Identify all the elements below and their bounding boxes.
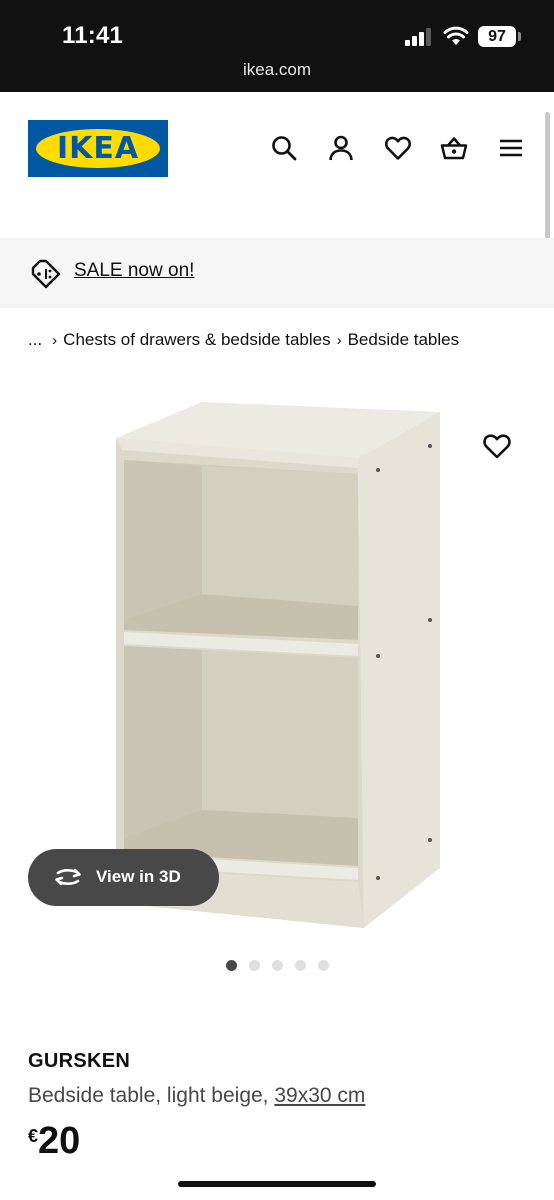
ikea-logo[interactable]: IKEA (28, 120, 168, 177)
menu-icon[interactable] (497, 134, 525, 162)
wifi-icon (443, 26, 469, 51)
rotate-3d-icon (52, 865, 84, 889)
product-price: €20 (28, 1120, 80, 1163)
carousel-dot-1[interactable] (226, 960, 237, 971)
status-bar: 11:41 97 ikea.com (0, 0, 554, 92)
status-time: 11:41 (62, 22, 124, 49)
battery-icon: 97 (478, 26, 516, 47)
price-currency: € (28, 1126, 39, 1146)
product-name: GURSKEN (28, 1050, 131, 1072)
breadcrumb-ellipsis[interactable]: ... (28, 330, 42, 350)
cellular-signal-icon (405, 28, 433, 51)
carousel-dot-2[interactable] (249, 960, 260, 971)
add-to-favourites-heart-icon[interactable] (482, 432, 512, 460)
breadcrumb-item-bedside-tables[interactable]: Bedside tables (348, 330, 460, 350)
product-description: Bedside table, light beige, 39x30 cm (28, 1084, 365, 1108)
carousel-dot-3[interactable] (272, 960, 283, 971)
site-header: IKEA (0, 92, 554, 238)
page-scrollbar[interactable] (545, 112, 550, 248)
basket-icon[interactable] (440, 134, 468, 162)
heart-icon[interactable] (384, 134, 412, 162)
chevron-right-icon: › (336, 332, 342, 349)
home-indicator[interactable] (178, 1181, 376, 1187)
sale-link[interactable]: SALE now on! (74, 260, 194, 282)
logo-wordmark: IKEA (56, 131, 140, 166)
sale-banner: SALE now on! (0, 238, 554, 308)
view-in-3d-button[interactable]: View in 3D (28, 849, 219, 906)
carousel-dot-5[interactable] (318, 960, 329, 971)
search-icon[interactable] (270, 134, 298, 162)
breadcrumb: ... › Chests of drawers & bedside tables › B… (28, 330, 459, 350)
product-type: Bedside table, light beige, (28, 1084, 275, 1107)
address-bar-url[interactable]: ikea.com (0, 60, 554, 80)
battery-cap (518, 32, 521, 41)
carousel-dot-4[interactable] (295, 960, 306, 971)
breadcrumb-item-chests[interactable]: Chests of drawers & bedside tables (63, 330, 330, 350)
price-tag-icon (30, 258, 62, 290)
chevron-right-icon: › (52, 332, 58, 349)
product-size-link[interactable]: 39x30 cm (274, 1084, 365, 1107)
profile-icon[interactable] (327, 134, 355, 162)
view-in-3d-label: View in 3D (96, 867, 181, 886)
price-amount: 20 (38, 1120, 81, 1162)
